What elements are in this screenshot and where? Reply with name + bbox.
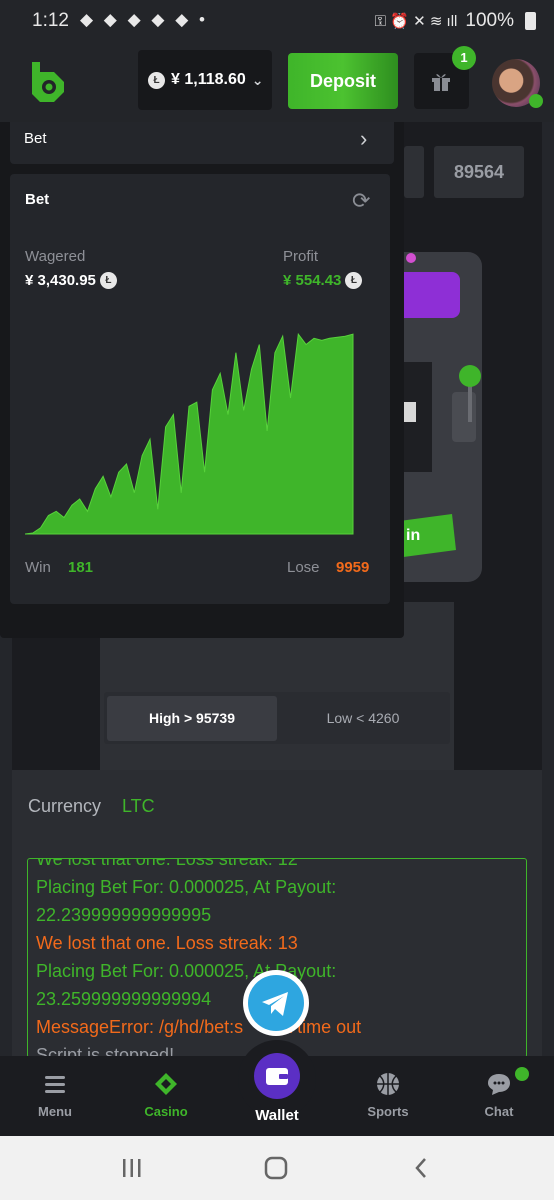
console-line: Placing Bet For: 0.000025, At Payout: bbox=[36, 877, 337, 897]
menu-icon bbox=[45, 1076, 65, 1093]
profit-value: ¥ 554.43 Ł bbox=[283, 272, 363, 289]
console-line: 22.239999999999995 bbox=[36, 905, 212, 925]
currency-label: Currency bbox=[28, 796, 102, 816]
deposit-button[interactable]: Deposit bbox=[288, 53, 398, 109]
status-time: 1:12 bbox=[32, 10, 69, 31]
win-label: Win bbox=[25, 559, 51, 576]
wagered-amount: ¥ 3,430.95 bbox=[25, 272, 96, 289]
back-icon[interactable] bbox=[410, 1156, 434, 1180]
nav-chat[interactable]: Chat bbox=[454, 1072, 544, 1119]
high-button[interactable]: High > 95739 bbox=[107, 696, 277, 741]
profit-chart bbox=[25, 332, 354, 535]
refresh-icon[interactable]: ⟳ bbox=[352, 188, 370, 214]
nav-casino-label: Casino bbox=[144, 1104, 188, 1119]
app-header: Ł ¥ 1,118.60 ⌄ Deposit 1 bbox=[0, 42, 554, 122]
online-indicator bbox=[529, 94, 543, 108]
number-display: 89564 bbox=[434, 146, 524, 198]
number-display-left bbox=[404, 146, 424, 198]
lose-count: 9959 bbox=[336, 559, 370, 576]
chat-notification-dot bbox=[515, 1067, 529, 1081]
chat-icon bbox=[488, 1074, 510, 1095]
bcgame-logo[interactable] bbox=[28, 60, 66, 104]
gift-icon bbox=[432, 74, 450, 91]
status-bar: 1:12 ◆ ◆ ◆ ◆ ◆ • ⚿ ⏰ ✕ ≋ ıll 100% bbox=[0, 0, 554, 42]
notification-icons: ◆ ◆ ◆ ◆ ◆ • bbox=[80, 10, 208, 29]
nav-sports[interactable]: Sports bbox=[343, 1072, 433, 1119]
currency-value[interactable]: LTC bbox=[122, 796, 155, 817]
profit-label: Profit bbox=[283, 248, 319, 265]
stats-title: Bet bbox=[25, 191, 50, 208]
litecoin-icon: Ł bbox=[148, 71, 165, 89]
signal-icon: ⚿ ⏰ ✕ ≋ ıll bbox=[374, 13, 458, 30]
low-button[interactable]: Low < 4260 bbox=[280, 696, 446, 741]
console-line: We lost that one. Loss streak: 13 bbox=[36, 933, 298, 953]
status-right: ⚿ ⏰ ✕ ≋ ıll 100% bbox=[375, 10, 536, 32]
casino-icon bbox=[155, 1073, 177, 1095]
wagered-value: ¥ 3,430.95 Ł bbox=[25, 272, 117, 289]
system-nav-bar bbox=[0, 1136, 554, 1200]
lose-label: Lose bbox=[287, 559, 320, 576]
wallet-icon bbox=[266, 1068, 288, 1085]
gift-badge: 1 bbox=[452, 46, 476, 70]
chevron-right-icon[interactable]: › bbox=[360, 126, 367, 152]
home-icon[interactable] bbox=[263, 1155, 289, 1181]
console-line: We lost that one. Loss streak: 12 bbox=[36, 858, 298, 869]
chevron-down-icon: ⌄ bbox=[251, 71, 264, 88]
wagered-label: Wagered bbox=[25, 248, 86, 265]
battery-icon bbox=[525, 12, 536, 30]
nav-menu[interactable]: Menu bbox=[10, 1072, 100, 1119]
basketball-icon bbox=[377, 1073, 399, 1095]
nav-sports-label: Sports bbox=[367, 1104, 409, 1119]
balance-selector[interactable]: Ł ¥ 1,118.60 ⌄ bbox=[138, 50, 272, 110]
chart-area-series bbox=[25, 332, 354, 535]
bet-row[interactable] bbox=[10, 122, 394, 164]
battery-level: 100% bbox=[465, 10, 514, 31]
nav-wallet-label: Wallet bbox=[255, 1107, 299, 1124]
nav-menu-label: Menu bbox=[38, 1104, 72, 1119]
profit-amount: ¥ 554.43 bbox=[283, 272, 342, 289]
bet-row-label: Bet bbox=[24, 130, 47, 147]
litecoin-icon: Ł bbox=[99, 272, 117, 289]
litecoin-icon: Ł bbox=[345, 272, 363, 289]
nav-chat-label: Chat bbox=[484, 1104, 514, 1119]
recents-icon[interactable] bbox=[120, 1156, 144, 1180]
win-count: 181 bbox=[68, 559, 94, 576]
nav-wallet[interactable] bbox=[254, 1053, 300, 1099]
balance-amount: ¥ 1,118.60 bbox=[171, 71, 246, 88]
telegram-icon bbox=[248, 975, 304, 1031]
svg-text:in: in bbox=[406, 527, 420, 544]
nav-casino[interactable]: Casino bbox=[121, 1072, 211, 1119]
